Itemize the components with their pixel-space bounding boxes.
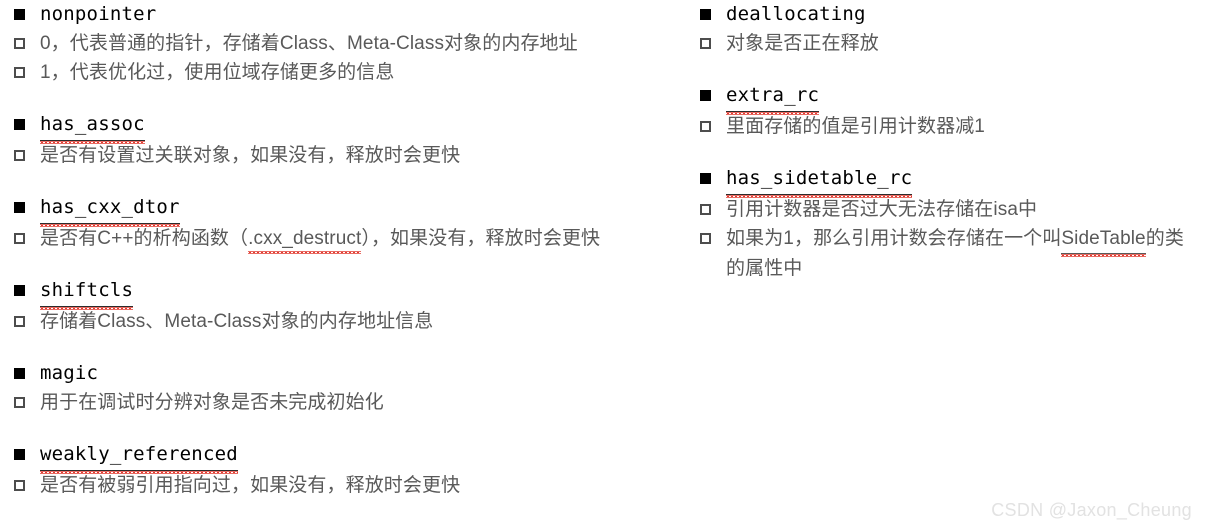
misspelled-token: SideTable [1061, 224, 1147, 257]
hollow-square-bullet-icon [14, 224, 40, 244]
group-title: magic [40, 362, 99, 384]
list-item-label: 是否有被弱引用指向过，如果没有，释放时会更快 [40, 475, 461, 496]
group-title: has_cxx_dtor [40, 193, 180, 227]
list-item-label: 是否有C++的析构函数（.cxx_destruct），如果没有，释放时会更快 [40, 224, 601, 254]
group-shiftcls: shiftcls 存储着Class、Meta-Class对象的内存地址信息 [14, 276, 690, 336]
group-heading-row: has_sidetable_rc [700, 164, 1200, 198]
group-heading-row: extra_rc [700, 81, 1200, 115]
hollow-square-bullet-icon [14, 471, 40, 491]
hollow-square-bullet-icon [14, 29, 40, 49]
text-pre: 是否有C++的析构函数（ [40, 228, 249, 249]
list-item-label: 1，代表优化过，使用位域存储更多的信息 [40, 62, 395, 83]
list-item-label: 里面存储的值是引用计数器减1 [726, 116, 985, 137]
list-item: 是否有C++的析构函数（.cxx_destruct），如果没有，释放时会更快 [14, 224, 690, 254]
group-weakly-referenced: weakly_referenced 是否有被弱引用指向过，如果没有，释放时会更快 [14, 440, 690, 500]
filled-square-bullet-icon [14, 276, 40, 296]
group-magic: magic 用于在调试时分辨对象是否未完成初始化 [14, 359, 690, 417]
list-item: 引用计数器是否过大无法存储在isa中 [700, 195, 1200, 224]
filled-square-bullet-icon [700, 0, 726, 20]
list-item: 是否有设置过关联对象，如果没有，释放时会更快 [14, 141, 690, 170]
list-item-label: 引用计数器是否过大无法存储在isa中 [726, 199, 1038, 220]
list-item: 是否有被弱引用指向过，如果没有，释放时会更快 [14, 471, 690, 500]
group-title: shiftcls [40, 276, 134, 310]
text-pre: 如果为1，那么引用计数会存储在一个叫 [726, 228, 1062, 249]
list-item: 1，代表优化过，使用位域存储更多的信息 [14, 58, 690, 87]
list-item: 用于在调试时分辨对象是否未完成初始化 [14, 388, 690, 417]
filled-square-bullet-icon [14, 0, 40, 20]
list-item: 存储着Class、Meta-Class对象的内存地址信息 [14, 307, 690, 336]
group-extra-rc: extra_rc 里面存储的值是引用计数器减1 [700, 81, 1200, 141]
watermark: CSDN @Jaxon_Cheung [991, 500, 1192, 520]
filled-square-bullet-icon [14, 440, 40, 460]
group-title: deallocating [726, 3, 866, 25]
group-title: weakly_referenced [40, 440, 238, 474]
group-heading-row: weakly_referenced [14, 440, 690, 474]
group-heading-row: nonpointer [14, 0, 690, 29]
filled-square-bullet-icon [14, 359, 40, 379]
list-item: 里面存储的值是引用计数器减1 [700, 112, 1200, 141]
group-title: extra_rc [726, 81, 820, 115]
hollow-square-bullet-icon [700, 112, 726, 132]
list-item-label: 0，代表普通的指针，存储着Class、Meta-Class对象的内存地址 [40, 33, 578, 54]
filled-square-bullet-icon [700, 164, 726, 184]
group-heading-row: deallocating [700, 0, 1200, 29]
hollow-square-bullet-icon [14, 388, 40, 408]
slide-canvas: nonpointer 0，代表普通的指针，存储着Class、Meta-Class… [0, 0, 1208, 531]
list-item: 如果为1，那么引用计数会存储在一个叫SideTable的类的属性中 [700, 224, 1200, 283]
group-deallocating: deallocating 对象是否正在释放 [700, 0, 1200, 58]
group-has-cxx-dtor: has_cxx_dtor 是否有C++的析构函数（.cxx_destruct），… [14, 193, 690, 254]
filled-square-bullet-icon [14, 110, 40, 130]
list-item-label: 如果为1，那么引用计数会存储在一个叫SideTable的类的属性中 [726, 224, 1196, 283]
list-item-label: 是否有设置过关联对象，如果没有，释放时会更快 [40, 145, 461, 166]
group-has-assoc: has_assoc 是否有设置过关联对象，如果没有，释放时会更快 [14, 110, 690, 170]
group-heading-row: has_cxx_dtor [14, 193, 690, 227]
filled-square-bullet-icon [700, 81, 726, 101]
group-has-sidetable-rc: has_sidetable_rc 引用计数器是否过大无法存储在isa中 如果为1… [700, 164, 1200, 283]
text-post: ），如果没有，释放时会更快 [361, 228, 601, 249]
hollow-square-bullet-icon [14, 307, 40, 327]
group-title: has_sidetable_rc [726, 164, 913, 198]
group-title: has_assoc [40, 110, 145, 144]
hollow-square-bullet-icon [14, 58, 40, 78]
hollow-square-bullet-icon [14, 141, 40, 161]
filled-square-bullet-icon [14, 193, 40, 213]
hollow-square-bullet-icon [700, 224, 726, 244]
hollow-square-bullet-icon [700, 29, 726, 49]
right-column: deallocating 对象是否正在释放 extra_rc 里面存储的值是引用… [700, 0, 1200, 283]
list-item: 对象是否正在释放 [700, 29, 1200, 58]
list-item-label: 存储着Class、Meta-Class对象的内存地址信息 [40, 311, 434, 332]
list-item: 0，代表普通的指针，存储着Class、Meta-Class对象的内存地址 [14, 29, 690, 58]
list-item-label: 对象是否正在释放 [726, 33, 879, 54]
list-item-label: 用于在调试时分辨对象是否未完成初始化 [40, 392, 384, 413]
group-title: nonpointer [40, 3, 157, 25]
left-column: nonpointer 0，代表普通的指针，存储着Class、Meta-Class… [14, 0, 690, 500]
group-nonpointer: nonpointer 0，代表普通的指针，存储着Class、Meta-Class… [14, 0, 690, 87]
group-heading-row: has_assoc [14, 110, 690, 144]
misspelled-token: .cxx_destruct [248, 224, 362, 254]
group-heading-row: shiftcls [14, 276, 690, 310]
group-heading-row: magic [14, 359, 690, 388]
hollow-square-bullet-icon [700, 195, 726, 215]
